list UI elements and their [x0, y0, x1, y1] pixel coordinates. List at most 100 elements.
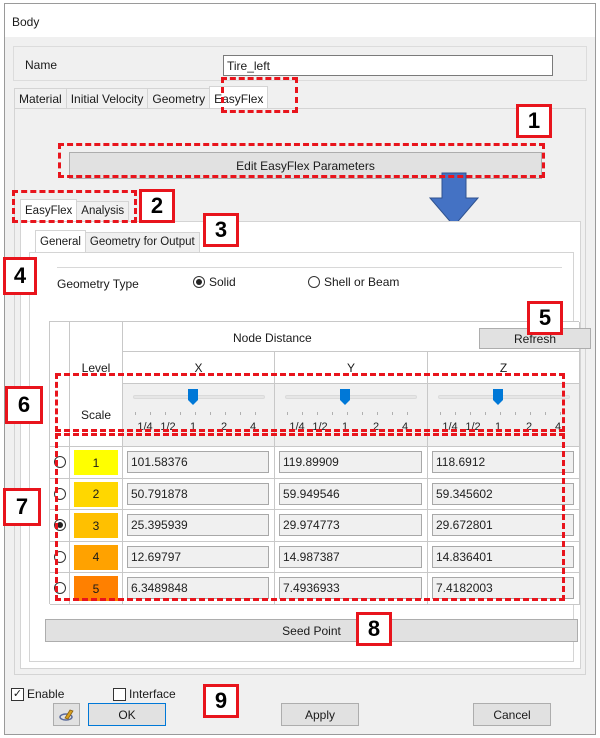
scale-slider-y[interactable]: 1/4 1/2 1 2 4	[275, 384, 428, 447]
radio-solid-icon[interactable]	[193, 276, 205, 288]
apply-button[interactable]: Apply	[281, 703, 359, 726]
value-cell-y: 29.974773	[275, 510, 428, 542]
scale-slider-x[interactable]: 1/4 1/2 1 2 4	[123, 384, 275, 447]
level-radio[interactable]	[53, 582, 66, 595]
annotation-label-8: 8	[356, 612, 392, 646]
value-cell-x: 25.395939	[123, 510, 275, 542]
slider-track[interactable]	[133, 395, 265, 399]
radio-solid[interactable]: Solid	[193, 275, 236, 289]
value-cell-z: 14.836401	[428, 541, 580, 573]
slider-tick	[470, 412, 471, 415]
level-radio-cell[interactable]	[50, 447, 70, 479]
radio-solid-label: Solid	[209, 275, 236, 289]
value-cell-y: 14.987387	[275, 541, 428, 573]
node-distance-x-field[interactable]: 50.791878	[127, 482, 269, 505]
node-distance-y-field[interactable]: 59.949546	[279, 482, 422, 505]
sub-tab-panel: General Geometry for Output Geometry Typ…	[20, 221, 591, 669]
interface-checkbox[interactable]: Interface	[113, 687, 176, 701]
node-distance-z-field[interactable]: 29.672801	[432, 514, 574, 536]
tab-material[interactable]: Material	[14, 88, 67, 108]
node-distance-z-field[interactable]: 59.345602	[432, 482, 574, 505]
main-tabs: Material Initial Velocity Geometry EasyF…	[14, 86, 269, 109]
tab-initial-velocity[interactable]: Initial Velocity	[65, 88, 149, 108]
slider-tick-label: 2	[525, 421, 533, 433]
slider-track[interactable]	[438, 395, 570, 399]
slider-thumb[interactable]	[493, 389, 503, 405]
ok-button[interactable]: OK	[88, 703, 166, 726]
slider-thumb[interactable]	[340, 389, 350, 405]
node-distance-text: Node Distance	[233, 331, 312, 345]
enable-check-icon[interactable]: ✓	[11, 687, 24, 701]
node-distance-y-field[interactable]: 29.974773	[279, 514, 422, 536]
level-radio-cell[interactable]	[50, 573, 70, 605]
node-distance-z-field[interactable]: 7.4182003	[432, 577, 574, 599]
body-dialog: Body Name Material Initial Velocity Geom…	[4, 3, 596, 735]
radio-shell-label: Shell or Beam	[324, 275, 400, 289]
level-radio[interactable]	[53, 519, 66, 532]
value-cell-z: 7.4182003	[428, 573, 580, 605]
slider-tick	[150, 412, 151, 415]
scale-label-cell: Scale	[70, 384, 123, 447]
x-header: X	[123, 352, 275, 384]
slider-tick	[407, 412, 408, 415]
node-distance-y-field[interactable]: 14.987387	[279, 545, 422, 568]
title-bar: Body	[5, 4, 595, 37]
tab-easyflex-sub[interactable]: EasyFlex	[20, 199, 78, 221]
slider-tick	[347, 412, 348, 415]
level-radio-cell[interactable]	[50, 510, 70, 542]
cancel-button[interactable]: Cancel	[473, 703, 551, 726]
slider-tick-label: 4	[249, 421, 257, 433]
value-cell-x: 101.58376	[123, 447, 275, 479]
level-radio[interactable]	[53, 550, 66, 563]
radio-shell-or-beam[interactable]: Shell or Beam	[308, 275, 399, 289]
node-distance-z-field[interactable]: 118.6912	[432, 451, 574, 473]
tab-geometry[interactable]: Geometry	[147, 88, 211, 108]
node-distance-x-field[interactable]: 101.58376	[127, 451, 269, 473]
slider-tick	[332, 412, 333, 415]
value-cell-z: 29.672801	[428, 510, 580, 542]
name-input[interactable]	[223, 55, 553, 76]
node-distance-y-field[interactable]: 7.4936933	[279, 577, 422, 599]
slider-tick-label: 1	[494, 421, 502, 433]
node-distance-header: Node Distance Refresh	[123, 322, 591, 352]
value-cell-x: 50.791878	[123, 478, 275, 510]
window-title: Body	[12, 15, 40, 29]
tab-easyflex[interactable]: EasyFlex	[209, 86, 269, 108]
level-radio[interactable]	[53, 456, 66, 469]
enable-checkbox[interactable]: ✓ Enable	[11, 687, 64, 701]
node-distance-x-field[interactable]: 12.69797	[127, 545, 269, 568]
tool-icon-button[interactable]	[53, 703, 80, 726]
annotation-label-4: 4	[3, 257, 37, 295]
level-radio[interactable]	[53, 487, 66, 500]
level-radio-cell[interactable]	[50, 478, 70, 510]
radio-shell-icon[interactable]	[308, 276, 320, 288]
wrench-hand-icon	[58, 709, 74, 721]
x-header-text: X	[194, 360, 203, 375]
geometry-type-label: Geometry Type	[57, 277, 139, 291]
node-distance-x-field[interactable]: 25.395939	[127, 514, 269, 536]
slider-tick	[362, 412, 363, 415]
level-swatch: 4	[74, 544, 118, 570]
scale-slider-z[interactable]: 1/4 1/2 1 2 4	[428, 384, 580, 447]
node-distance-y-field[interactable]: 119.89909	[279, 451, 422, 473]
interface-check-icon[interactable]	[113, 687, 126, 701]
node-distance-x-field[interactable]: 6.3489848	[127, 577, 269, 599]
slider-tick-label: 1	[341, 421, 349, 433]
tab-geometry-for-output[interactable]: Geometry for Output	[84, 232, 200, 252]
inner-tabs: General Geometry for Output	[35, 230, 200, 252]
slider-tick	[210, 412, 211, 415]
slider-tick	[455, 412, 456, 415]
slider-tick	[530, 412, 531, 415]
slider-thumb[interactable]	[188, 389, 198, 405]
annotation-label-2: 2	[139, 189, 175, 223]
z-header: Z	[428, 352, 580, 384]
interface-label: Interface	[129, 687, 176, 701]
node-distance-z-field[interactable]: 14.836401	[432, 545, 574, 568]
tab-general[interactable]: General	[35, 230, 86, 252]
slider-track[interactable]	[285, 395, 417, 399]
value-cell-y: 7.4936933	[275, 573, 428, 605]
level-radio-cell[interactable]	[50, 541, 70, 573]
tab-analysis[interactable]: Analysis	[76, 201, 130, 221]
seed-point-button[interactable]: Seed Point	[45, 619, 578, 642]
annotation-label-5: 5	[527, 301, 563, 335]
